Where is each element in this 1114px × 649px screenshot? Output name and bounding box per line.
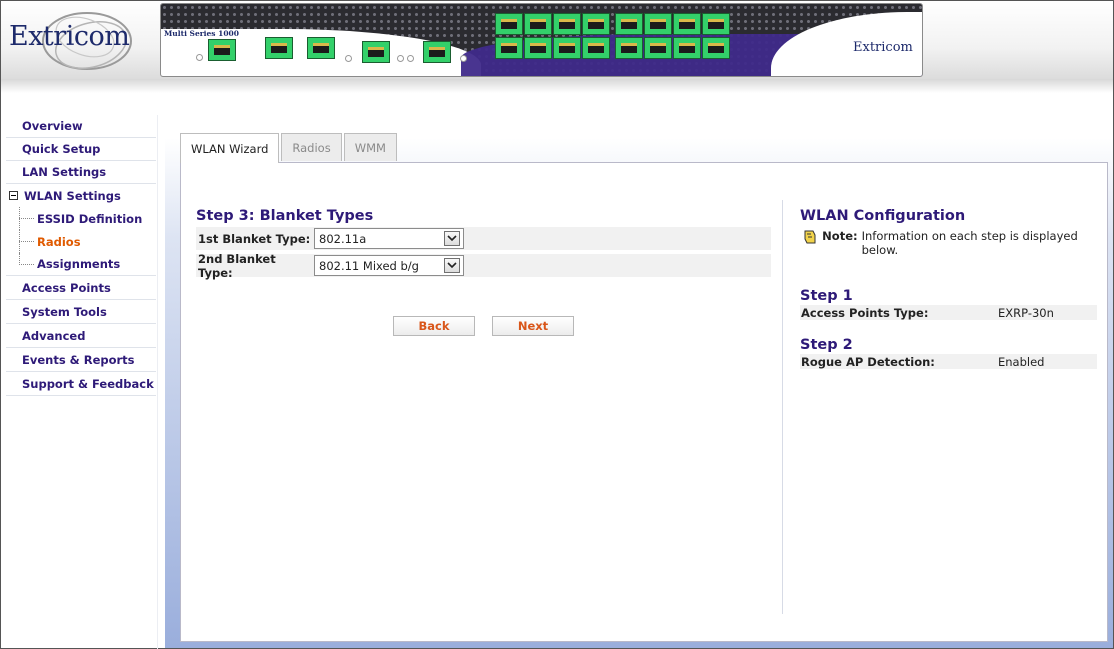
- config-step-2-row: Rogue AP Detection: Enabled: [800, 354, 1097, 369]
- port-icon: [524, 13, 552, 35]
- sidebar-item-essid-definition[interactable]: ESSID Definition: [6, 207, 156, 230]
- port-icon: [644, 13, 672, 35]
- sidebar-item-wlan-settings[interactable]: WLAN Settings: [6, 184, 156, 207]
- console-port-icon: [208, 39, 236, 61]
- sidebar-item-label: Radios: [37, 234, 81, 249]
- sidebar-item-label: Assignments: [37, 257, 121, 271]
- port-icon: [495, 13, 523, 35]
- sidebar-nav: Overview Quick Setup LAN Settings WLAN S…: [6, 115, 156, 396]
- header-shadow: [1, 79, 1113, 93]
- wlan-configuration-title: WLAN Configuration: [800, 208, 966, 224]
- port-icon: [582, 37, 610, 59]
- content-divider: [782, 200, 783, 614]
- sidebar-item-label: Access Points: [22, 280, 111, 295]
- port-icon: [362, 41, 390, 63]
- sidebar-item-events-reports[interactable]: Events & Reports: [6, 348, 156, 372]
- chevron-down-icon[interactable]: [444, 231, 460, 246]
- first-blanket-select[interactable]: 802.11a: [314, 228, 464, 249]
- port-icon: [615, 37, 643, 59]
- next-button[interactable]: Next: [492, 316, 574, 336]
- port-icon: [307, 37, 335, 59]
- port-icon: [524, 37, 552, 59]
- config-step-1-row: Access Points Type: EXRP-30n: [800, 305, 1097, 320]
- power-led-icon: [196, 54, 203, 61]
- second-blanket-row: 2nd Blanket Type: 802.11 Mixed b/g: [196, 251, 771, 280]
- port-icon: [615, 13, 643, 35]
- back-button[interactable]: Back: [393, 316, 475, 336]
- sidebar-item-label: Advanced: [22, 328, 86, 343]
- second-blanket-label: 2nd Blanket Type:: [198, 251, 276, 280]
- tab-wmm[interactable]: WMM: [343, 133, 397, 161]
- sidebar-item-overview[interactable]: Overview: [6, 115, 156, 138]
- port-icon: [265, 37, 293, 59]
- tab-radios[interactable]: Radios: [281, 133, 342, 161]
- tab-bar: WLAN Wizard Radios WMM: [180, 133, 399, 163]
- device-logo: Extricom: [853, 40, 913, 55]
- config-step-2-value: Enabled: [998, 354, 1045, 369]
- sidebar-item-advanced[interactable]: Advanced: [6, 324, 156, 348]
- sidebar-item-support-feedback[interactable]: Support & Feedback: [6, 372, 156, 396]
- led-icon: [345, 55, 352, 62]
- led-icon: [397, 55, 404, 62]
- sidebar-item-quick-setup[interactable]: Quick Setup: [6, 138, 156, 161]
- sidebar-item-lan-settings[interactable]: LAN Settings: [6, 161, 156, 184]
- sidebar-item-label: Events & Reports: [22, 352, 135, 367]
- sidebar-item-access-points[interactable]: Access Points: [6, 276, 156, 300]
- note-label: Note:: [822, 229, 858, 243]
- led-icon: [460, 55, 467, 62]
- port-icon: [495, 37, 523, 59]
- port-icon: [553, 13, 581, 35]
- note-text: Information on each step is displayed be…: [861, 229, 1078, 257]
- extricom-logo[interactable]: Extricom: [9, 21, 130, 52]
- sidebar-item-label: ESSID Definition: [37, 211, 143, 226]
- first-blanket-value: 802.11a: [319, 231, 367, 246]
- config-step-2-title: Step 2: [800, 337, 853, 353]
- sidebar-item-radios[interactable]: Radios: [6, 230, 156, 253]
- device-model-label: Multi Series 1000: [164, 29, 239, 38]
- sidebar-item-assignments[interactable]: Assignments: [6, 253, 156, 276]
- port-icon: [673, 37, 701, 59]
- sidebar-item-label: Quick Setup: [22, 142, 101, 156]
- tab-wlan-wizard[interactable]: WLAN Wizard: [180, 133, 280, 163]
- second-blanket-select[interactable]: 802.11 Mixed b/g: [314, 255, 464, 276]
- port-icon: [702, 13, 730, 35]
- note-box: Note: Information on each step is displa…: [802, 229, 1092, 257]
- port-icon: [582, 13, 610, 35]
- sidebar-item-system-tools[interactable]: System Tools: [6, 300, 156, 324]
- wizard-step-title: Step 3: Blanket Types: [196, 208, 374, 224]
- first-blanket-row: 1st Blanket Type: 802.11a: [196, 227, 771, 250]
- port-icon: [673, 13, 701, 35]
- led-icon: [407, 55, 414, 62]
- sidebar-item-label: Overview: [22, 119, 83, 133]
- port-icon: [423, 41, 451, 63]
- second-blanket-value: 802.11 Mixed b/g: [319, 258, 419, 273]
- sidebar-item-label: Support & Feedback: [22, 376, 154, 391]
- config-step-1-key: Access Points Type:: [801, 305, 929, 320]
- config-step-2-key: Rogue AP Detection:: [801, 354, 935, 369]
- header-banner: Extricom Multi Series 1000 Extricom: [1, 1, 1113, 79]
- sidebar-item-label: LAN Settings: [22, 165, 107, 179]
- sidebar-divider: [157, 115, 158, 649]
- chevron-down-icon[interactable]: [444, 258, 460, 273]
- port-icon: [644, 37, 672, 59]
- collapse-minus-icon[interactable]: [9, 191, 18, 200]
- sidebar-item-label: System Tools: [22, 304, 107, 319]
- sidebar-item-label: WLAN Settings: [24, 188, 121, 203]
- config-step-1-title: Step 1: [800, 288, 853, 304]
- device-panel-image: Multi Series 1000 Extricom: [160, 3, 923, 77]
- first-blanket-label: 1st Blanket Type:: [198, 231, 311, 246]
- port-icon: [702, 37, 730, 59]
- port-icon: [553, 37, 581, 59]
- note-pencil-icon: [802, 229, 818, 257]
- config-step-1-value: EXRP-30n: [998, 305, 1054, 320]
